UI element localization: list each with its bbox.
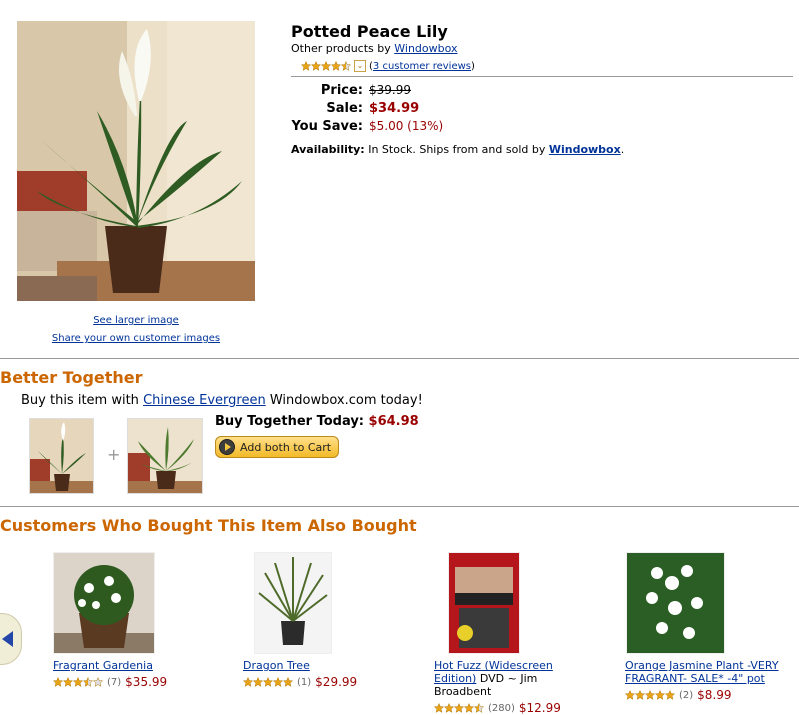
star-icon <box>73 677 83 687</box>
rating-stars <box>243 677 293 687</box>
list-price: $39.99 <box>369 83 411 97</box>
see-larger-image-link[interactable]: See larger image <box>93 315 179 326</box>
price-block: Price: $39.99 Sale: $34.99 You Save: $5.… <box>291 83 443 137</box>
chinese-evergreen-thumbnail[interactable] <box>127 418 203 494</box>
star-icon <box>341 61 351 71</box>
product-title: Potted Peace Lily <box>291 22 448 41</box>
bt-suffix: Windowbox.com today! <box>265 393 423 408</box>
better-together-text: Buy this item with Chinese Evergreen Win… <box>21 393 423 408</box>
star-icon <box>273 677 283 687</box>
item-price: $8.99 <box>697 688 732 702</box>
hot-fuzz-image[interactable] <box>448 552 520 654</box>
star-icon <box>665 690 675 700</box>
rating-stars <box>434 703 484 713</box>
review-count[interactable]: (2) <box>679 690 693 701</box>
review-count[interactable]: (1) <box>297 677 311 688</box>
review-link-wrap: (3 customer reviews) <box>369 61 475 72</box>
star-icon <box>93 677 103 687</box>
product-main-image[interactable] <box>17 21 255 301</box>
sale-price-row: Sale: $34.99 <box>291 101 443 119</box>
buy-together-today: Buy Together Today: $64.98 <box>215 414 419 429</box>
byline-prefix: Other products by <box>291 42 391 55</box>
savings-row: You Save: $5.00 (13%) <box>291 119 443 137</box>
item-price: $29.99 <box>315 675 358 689</box>
sale-price: $34.99 <box>369 101 420 116</box>
star-icon <box>625 690 635 700</box>
availability-label: Availability: <box>291 143 365 156</box>
dropdown-icon[interactable]: ⌄ <box>354 60 366 72</box>
star-icon <box>635 690 645 700</box>
fragrant-gardenia-image[interactable] <box>53 552 155 654</box>
add-both-label: Add both to Cart <box>240 440 332 454</box>
star-icon <box>464 703 474 713</box>
customer-reviews-link[interactable]: 3 customer reviews <box>373 61 471 72</box>
list-item: Hot Fuzz (Widescreen Edition) DVD ~ Jim … <box>434 659 584 715</box>
image-links: See larger image Share your own customer… <box>17 312 255 348</box>
sale-label: Sale: <box>326 101 363 116</box>
star-icon <box>474 703 484 713</box>
star-icon <box>253 677 263 687</box>
share-images-link[interactable]: Share your own customer images <box>52 333 220 344</box>
list-price-row: Price: $39.99 <box>291 83 443 101</box>
list-item: Orange Jasmine Plant -VERY FRAGRANT- SAL… <box>625 659 795 702</box>
star-icon <box>283 677 293 687</box>
review-count[interactable]: (280) <box>488 703 515 714</box>
star-icon <box>444 703 454 713</box>
list-item: Dragon Tree (1) $29.99 <box>243 659 423 689</box>
star-icon <box>263 677 273 687</box>
star-icon <box>63 677 73 687</box>
byline: Other products by Windowbox <box>291 42 458 55</box>
product-link-fragrant-gardenia[interactable]: Fragrant Gardenia <box>53 659 153 672</box>
availability: Availability: In Stock. Ships from and s… <box>291 143 624 156</box>
buy-together-label: Buy Together Today: <box>215 414 365 429</box>
item-price: $12.99 <box>518 701 561 715</box>
dragon-tree-image[interactable] <box>254 552 332 654</box>
section-divider <box>0 506 799 507</box>
bt-prefix: Buy this item with <box>21 393 144 408</box>
save-label: You Save: <box>291 119 363 134</box>
product-rating-stars <box>301 61 351 71</box>
star-icon <box>301 61 311 71</box>
review-paren-close: ) <box>471 60 475 72</box>
review-count[interactable]: (7) <box>107 677 121 688</box>
divider <box>291 76 793 77</box>
star-icon <box>434 703 444 713</box>
peace-lily-thumbnail[interactable] <box>29 418 94 494</box>
star-icon <box>83 677 93 687</box>
availability-text: In Stock. Ships from and sold by <box>364 143 549 156</box>
seller-link[interactable]: Windowbox <box>549 143 621 156</box>
list-item: Fragrant Gardenia (7) $35.99 <box>53 659 233 689</box>
chinese-evergreen-link[interactable]: Chinese Evergreen <box>143 393 266 408</box>
star-icon <box>311 61 321 71</box>
availability-end: . <box>620 143 625 156</box>
section-divider <box>0 358 799 359</box>
add-both-to-cart-button[interactable]: Add both to Cart <box>215 436 339 458</box>
brand-link[interactable]: Windowbox <box>394 42 457 55</box>
plus-sign: + <box>107 445 121 464</box>
carousel-prev-icon[interactable] <box>0 613 22 665</box>
also-bought-title: Customers Who Bought This Item Also Boug… <box>0 516 417 535</box>
star-icon <box>243 677 253 687</box>
star-icon <box>321 61 331 71</box>
star-icon <box>655 690 665 700</box>
cart-icon <box>219 439 235 455</box>
star-icon <box>53 677 63 687</box>
star-icon <box>454 703 464 713</box>
rating-stars <box>53 677 103 687</box>
star-icon <box>331 61 341 71</box>
product-link-orange-jasmine[interactable]: Orange Jasmine Plant -VERY FRAGRANT- SAL… <box>625 659 779 685</box>
item-price: $35.99 <box>125 675 168 689</box>
rating-stars <box>625 690 675 700</box>
orange-jasmine-image[interactable] <box>626 552 725 654</box>
better-together-title: Better Together <box>0 368 143 387</box>
buy-together-price: $64.98 <box>368 414 419 429</box>
star-icon <box>645 690 655 700</box>
product-link-dragon-tree[interactable]: Dragon Tree <box>243 659 310 672</box>
price-label: Price: <box>320 83 363 98</box>
savings-value: $5.00 (13%) <box>369 119 444 133</box>
rating-row: ⌄ (3 customer reviews) <box>301 60 475 72</box>
